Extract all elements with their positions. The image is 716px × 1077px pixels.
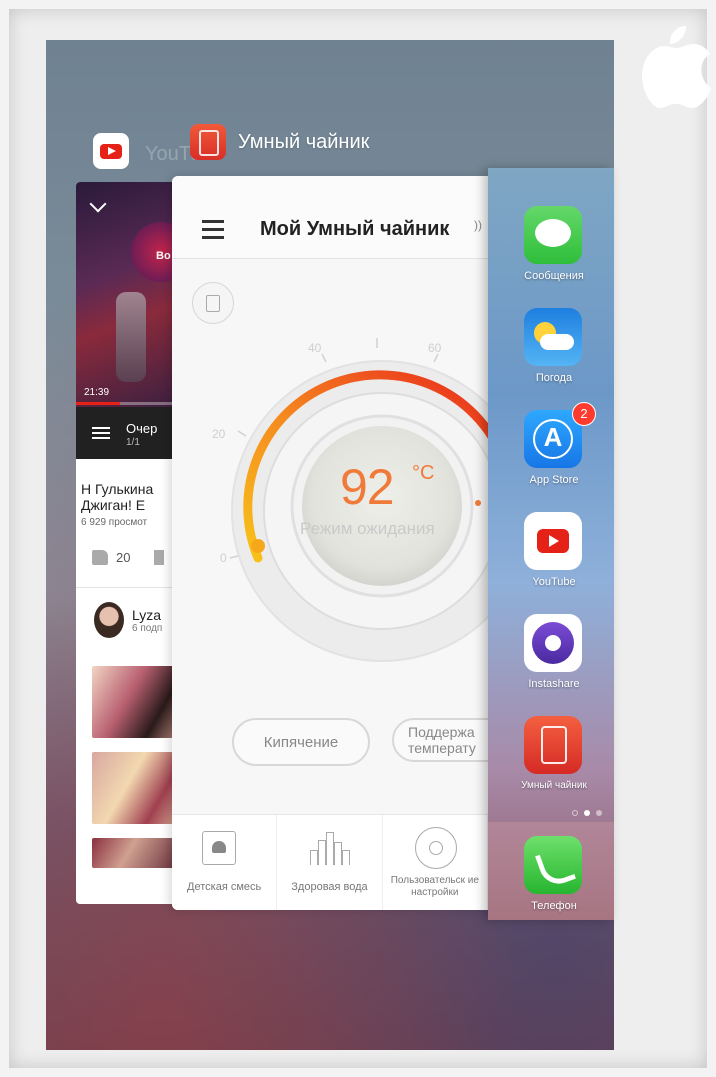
queue-bar[interactable]: Очер 1/1: [76, 407, 186, 459]
kettle-card-header[interactable]: Умный чайник: [190, 124, 369, 160]
signal-icon: )): [474, 218, 482, 232]
temperature-unit: °C: [412, 462, 435, 484]
keep-temperature-line2: температу: [408, 740, 476, 756]
dpad-icon: [414, 827, 457, 869]
kettle-app-card[interactable]: Мой Умный чайник )) 0 20 40 60 92 °C Реж…: [172, 176, 488, 910]
app-phone[interactable]: Телефон: [488, 836, 614, 920]
bar-chart-icon: [310, 831, 351, 865]
dial-tick-label: 0: [220, 551, 227, 565]
video-title-line1: Н Гулькина: [81, 481, 154, 497]
youtube-icon: [524, 512, 582, 570]
tab-label: Здоровая вода: [291, 881, 368, 893]
kettle-navbar: Мой Умный чайник )): [172, 176, 488, 259]
video-title: Н Гулькина Джиган! Е: [76, 459, 186, 513]
thumbs-down-icon[interactable]: [154, 550, 165, 565]
tab-healthy-water[interactable]: Здоровая вода: [277, 815, 383, 910]
app-youtube[interactable]: YouTube: [488, 512, 614, 604]
channel-subscribers: 6 подп: [132, 622, 163, 634]
kettle-tab-bar: Детская смесь Здоровая вода Пользователь…: [172, 814, 488, 910]
dock: Телефон: [488, 822, 614, 920]
app-label: Погода: [535, 372, 573, 384]
tab-baby-formula[interactable]: Детская смесь: [172, 815, 278, 910]
queue-title: Очер: [126, 421, 158, 436]
app-label: Сообщения: [524, 270, 584, 282]
video-player[interactable]: Bo 21:39: [76, 182, 186, 407]
like-bar: 20: [76, 528, 186, 565]
channel-name: Lyza: [132, 606, 162, 623]
chevron-down-icon[interactable]: [89, 195, 107, 213]
dial-tick-label: 60: [428, 341, 442, 355]
app-messages[interactable]: Сообщения: [488, 206, 614, 298]
youtube-icon: [93, 133, 129, 169]
mode-status: Режим ожидания: [300, 519, 435, 538]
heart-icon: [202, 831, 236, 865]
weather-icon: [524, 308, 582, 366]
page-title: Мой Умный чайник: [260, 218, 450, 240]
queue-count: 1/1: [126, 437, 140, 448]
video-time: 21:39: [84, 387, 110, 398]
app-app-store[interactable]: A 2 App Store: [488, 402, 614, 502]
dial-tick-label: 20: [212, 427, 226, 441]
home-screen-card[interactable]: Сообщения Погода A 2 App Store YouTube I…: [488, 168, 614, 920]
channel-row[interactable]: Lyza 6 подп: [76, 588, 186, 638]
video-progress-bar[interactable]: [76, 402, 186, 405]
kettle-icon: [190, 124, 226, 160]
kettle-card-title: Умный чайник: [238, 130, 370, 153]
app-label: YouTube: [532, 576, 576, 588]
avatar: [94, 602, 124, 638]
view-count: 6 929 просмот: [81, 517, 148, 528]
app-smart-kettle[interactable]: Умный чайник: [488, 716, 614, 808]
thumbs-up-icon[interactable]: [92, 550, 108, 565]
instashare-icon: [524, 614, 582, 672]
temperature-readout: 92 °C: [172, 458, 488, 528]
app-label: Умный чайник: [521, 780, 587, 791]
like-count: 20: [116, 550, 131, 565]
app-instashare[interactable]: Instashare: [488, 614, 614, 706]
tab-label: Пользовательск ие настройки: [390, 875, 479, 898]
tab-user-settings[interactable]: Пользовательск ие настройки: [383, 815, 488, 910]
video-title-line2: Джиган! Е: [81, 497, 146, 513]
keep-temperature-line1: Поддержа: [408, 724, 475, 740]
temperature-value: 92: [340, 459, 395, 515]
phone-icon: [524, 836, 582, 894]
page-indicator[interactable]: [572, 810, 602, 816]
app-label: Instashare: [528, 678, 580, 690]
messages-icon: [524, 206, 582, 264]
kettle-icon: [524, 716, 582, 774]
youtube-card-header[interactable]: [93, 133, 129, 169]
apple-logo-icon: [642, 26, 711, 108]
tab-label: Детская смесь: [187, 881, 262, 893]
keep-temperature-button[interactable]: Поддержа температу: [392, 718, 488, 762]
boil-button[interactable]: Кипячение: [232, 718, 370, 766]
app-weather[interactable]: Погода: [488, 308, 614, 400]
app-label: App Store: [529, 474, 579, 486]
video-overlay-text: Bo: [156, 250, 171, 262]
hamburger-menu-icon[interactable]: [202, 220, 224, 223]
notification-badge: 2: [572, 402, 596, 426]
queue-menu-icon: [92, 427, 110, 429]
app-label: Телефон: [531, 900, 577, 912]
youtube-app-card[interactable]: Bo 21:39 Очер 1/1 Н Гулькина Джиган! Е 6…: [76, 182, 186, 904]
dial-tick-label: 40: [308, 341, 322, 355]
